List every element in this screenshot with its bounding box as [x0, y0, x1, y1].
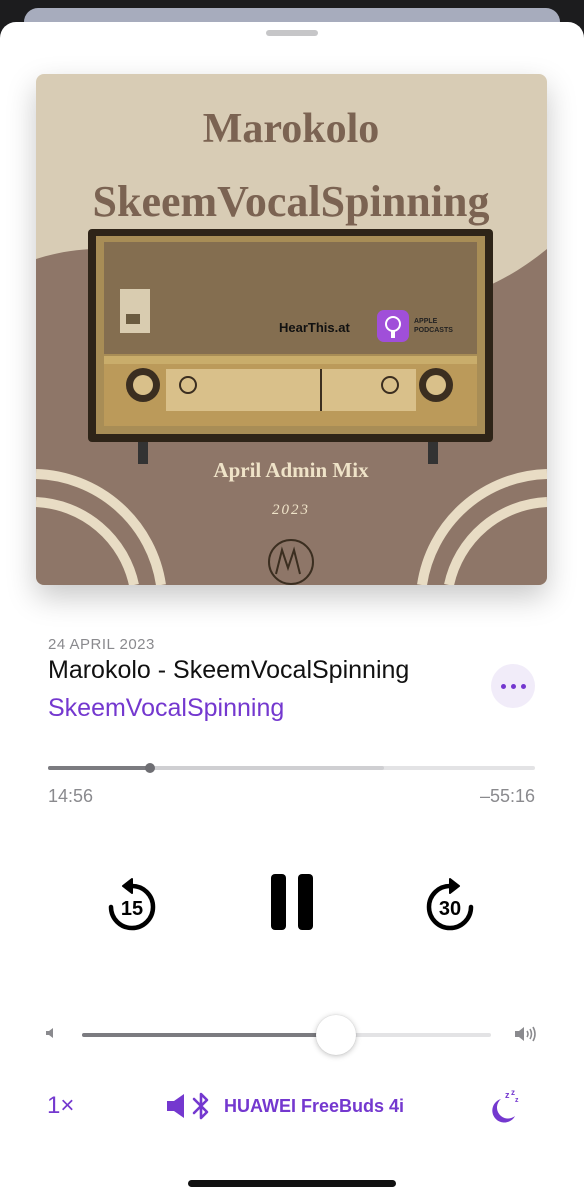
pause-button[interactable] [263, 872, 321, 937]
sleep-timer-button[interactable]: z z z [488, 1088, 522, 1129]
skip-forward-seconds: 30 [439, 898, 461, 920]
skip-back-button[interactable]: 15 [106, 877, 158, 938]
sheet-grabber[interactable] [266, 30, 318, 36]
bluetooth-icon [192, 1092, 209, 1120]
art-apple-label-2: PODCASTS [414, 327, 453, 334]
art-title-line2: SkeemVocalSpinning [93, 177, 490, 226]
speaker-high-icon [513, 1025, 539, 1048]
show-name-link[interactable]: SkeemVocalSpinning [48, 694, 284, 723]
playback-speed-button[interactable]: 1× [47, 1092, 74, 1120]
audio-output-button[interactable]: HUAWEI FreeBuds 4i [166, 1091, 404, 1121]
playback-scrubber[interactable] [48, 763, 535, 773]
now-playing-sheet: Marokolo SkeemVocalSpinning HearThis.at … [0, 22, 584, 1200]
art-apple-label-1: APPLE [414, 318, 438, 325]
episode-date: 24 APRIL 2023 [48, 636, 155, 653]
svg-text:z: z [511, 1088, 515, 1097]
volume-slider[interactable] [82, 1015, 491, 1055]
art-hearthis-label: HearThis.at [279, 320, 350, 335]
svg-text:z: z [515, 1097, 519, 1104]
volume-knob[interactable] [315, 1015, 356, 1055]
skip-forward-button[interactable]: 30 [424, 877, 476, 938]
progress-bar [48, 766, 151, 770]
more-button[interactable] [491, 664, 535, 708]
skip-back-icon: 15 [108, 878, 156, 931]
speaker-icon [167, 1094, 184, 1118]
art-mix-name: April Admin Mix [213, 458, 369, 482]
time-elapsed: 14:56 [48, 786, 94, 806]
svg-text:z: z [505, 1090, 510, 1100]
speaker-low-icon [44, 1026, 58, 1045]
radio-illustration: HearThis.at APPLE PODCASTS [88, 229, 493, 464]
more-icon [500, 683, 506, 689]
time-remaining: –55:16 [479, 786, 535, 806]
moon-sleep-icon: z z z [492, 1088, 519, 1123]
episode-artwork: Marokolo SkeemVocalSpinning HearThis.at … [36, 74, 547, 585]
output-device-label: HUAWEI FreeBuds 4i [224, 1095, 405, 1116]
art-year: 2023 [272, 502, 310, 518]
volume-level [82, 1033, 336, 1037]
episode-title[interactable]: Marokolo - SkeemVocalSpinning [48, 656, 488, 685]
scrubber-knob[interactable] [145, 763, 156, 773]
art-title-line1: Marokolo [203, 106, 380, 152]
home-indicator[interactable] [188, 1180, 396, 1187]
skip-back-seconds: 15 [121, 898, 143, 920]
pause-icon [271, 874, 313, 930]
skip-forward-icon: 30 [426, 878, 474, 931]
